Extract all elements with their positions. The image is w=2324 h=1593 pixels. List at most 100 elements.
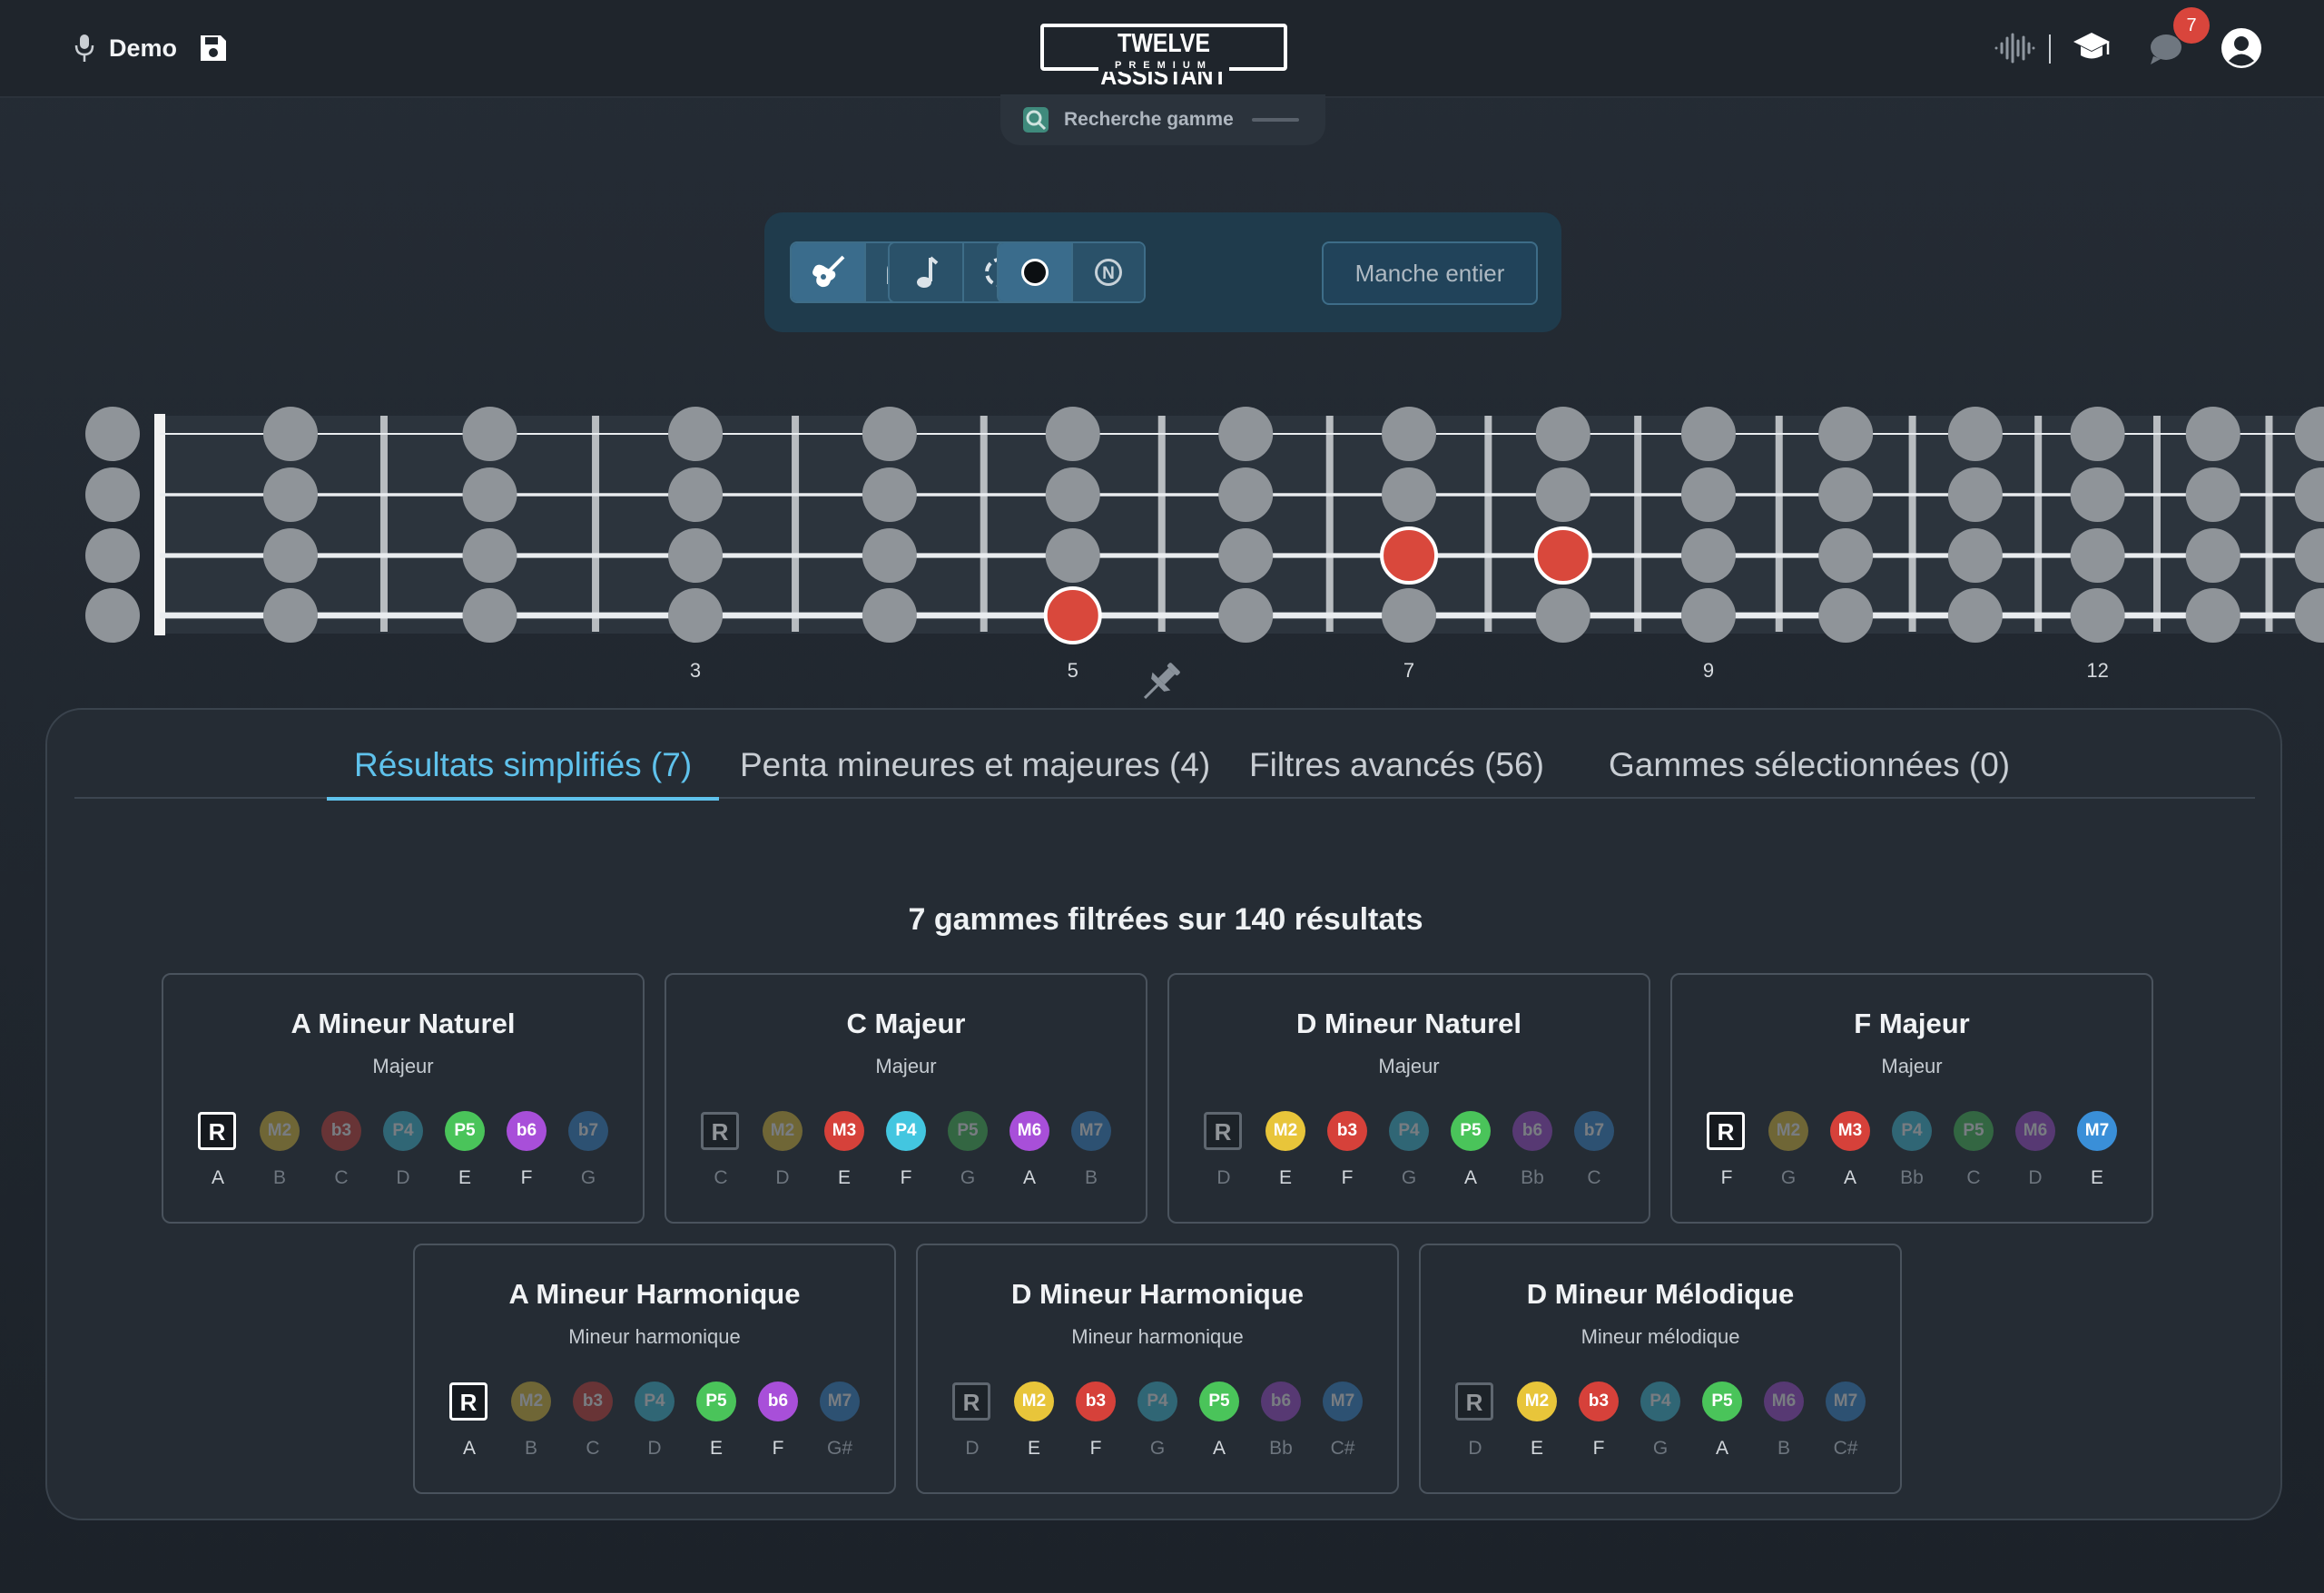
fret-note[interactable] (862, 588, 917, 643)
tab-selected-scales[interactable]: Gammes sélectionnées (0) (1609, 746, 2010, 799)
note-name: E (1278, 1167, 1292, 1188)
label-mode-toggle: N (997, 241, 1146, 303)
fret-note[interactable] (1535, 467, 1590, 522)
save-icon[interactable] (198, 33, 229, 64)
guitar-view-button[interactable] (792, 243, 864, 301)
fret-note[interactable] (1218, 407, 1274, 461)
fret-note[interactable] (2070, 588, 2125, 643)
interval-badge: R (449, 1382, 487, 1421)
fret-note[interactable] (862, 407, 917, 461)
fret-note[interactable] (1947, 528, 2003, 583)
fret-note[interactable] (1382, 407, 1437, 461)
fret-note[interactable] (1218, 588, 1274, 643)
fret-note[interactable] (862, 467, 917, 522)
fret-note[interactable] (1818, 467, 1874, 522)
notes-mode-button[interactable] (890, 243, 962, 301)
music-note-icon (917, 256, 939, 288)
fret-note-selected[interactable] (1380, 526, 1439, 585)
user-account-icon[interactable] (2221, 27, 2262, 69)
fret-note[interactable] (668, 528, 724, 583)
scale-card[interactable]: F Majeur Majeur R F M2 G M3 A P4 Bb P5 C M6 D M7 E (1670, 973, 2153, 1224)
fret-note[interactable] (862, 528, 917, 583)
dot-mode-button[interactable] (999, 243, 1071, 301)
fret-note[interactable] (85, 588, 140, 643)
fret-note[interactable] (462, 467, 517, 522)
scale-card-subtitle: Majeur (875, 1055, 937, 1077)
fret-note[interactable] (85, 407, 140, 461)
fret-note[interactable] (1818, 407, 1874, 461)
scale-card[interactable]: D Mineur Mélodique Mineur mélodique R D M2 Eb… (1419, 1244, 1902, 1494)
fret-note[interactable] (2070, 467, 2125, 522)
fret-note[interactable] (2185, 528, 2240, 583)
fret-note[interactable] (2185, 467, 2240, 522)
fret-note[interactable] (263, 528, 318, 583)
fret-note[interactable] (462, 528, 517, 583)
tab-advanced-filters[interactable]: Filtres avancés (56) (1249, 746, 1544, 799)
scale-search-toggle[interactable]: Recherche gamme (1000, 94, 1325, 145)
fret-note[interactable] (2070, 528, 2125, 583)
interval-badge: P4 (886, 1111, 926, 1151)
fret-note-selected[interactable] (1533, 526, 1592, 585)
fret-note[interactable] (2070, 407, 2125, 461)
scale-card[interactable]: C Majeur Majeur R C M2 D M3 E P4 F P5 G M6 A M7 B (665, 973, 1147, 1224)
fret-note[interactable] (1680, 588, 1736, 643)
fret-note[interactable] (1680, 467, 1736, 522)
note-name: F (1592, 1438, 1605, 1459)
tab-simplified-results[interactable]: Résultats simplifiés (7) (326, 746, 720, 801)
fret-note[interactable] (1947, 467, 2003, 522)
interval-badge: P5 (1451, 1111, 1491, 1151)
note-name-mode-button[interactable]: N (1071, 243, 1144, 301)
fret-note-selected[interactable] (1043, 586, 1102, 644)
interval-badge: M2 (763, 1111, 803, 1151)
fret-note[interactable] (1218, 467, 1274, 522)
fret-note[interactable] (1045, 467, 1100, 522)
note-name: E (837, 1167, 851, 1188)
fret-note[interactable] (1947, 588, 2003, 643)
fret-note[interactable] (1382, 588, 1437, 643)
scale-card[interactable]: D Mineur Harmonique Mineur harmonique R D M2… (916, 1244, 1399, 1494)
fret-note[interactable] (668, 407, 724, 461)
project-selector[interactable]: Demo (73, 33, 177, 64)
fret-note[interactable] (668, 467, 724, 522)
interval-badge: b6 (507, 1111, 547, 1151)
fret-note[interactable] (2185, 588, 2240, 643)
graduation-cap-icon[interactable] (2072, 29, 2112, 65)
fret-note[interactable] (462, 407, 517, 461)
scale-card[interactable]: A Mineur Naturel Majeur R A M2 Bb3 C P4 D P5 Eb6 Fb… (162, 973, 645, 1224)
fret-note[interactable] (85, 467, 140, 522)
scale-card-subtitle: Majeur (1881, 1055, 1943, 1077)
note-name: E (458, 1167, 471, 1188)
scale-card[interactable]: D Mineur Naturel Majeur R D M2 Eb3 F P4 G P5 Ab6 Bb… (1167, 973, 1650, 1224)
fret-note[interactable] (263, 407, 318, 461)
note-name: B (272, 1167, 286, 1188)
note-name: D (965, 1438, 980, 1459)
fret-note[interactable] (1045, 407, 1100, 461)
scale-card[interactable]: A Mineur Harmonique Mineur harmonique R A M2… (413, 1244, 896, 1494)
fret-note[interactable] (1535, 588, 1590, 643)
note-name: A (211, 1167, 224, 1188)
fret-note[interactable] (85, 528, 140, 583)
fret-note[interactable] (668, 588, 724, 643)
fret-note[interactable] (1680, 407, 1736, 461)
waveform-icon[interactable] (1994, 33, 2035, 64)
fret-note[interactable] (1818, 528, 1874, 583)
interval-badge: M7 (1323, 1382, 1363, 1421)
fret-note[interactable] (1218, 528, 1274, 583)
note-name: B (524, 1438, 537, 1459)
full-neck-button[interactable]: Manche entier (1322, 241, 1538, 305)
fret-note[interactable] (263, 467, 318, 522)
fret-note[interactable] (1680, 528, 1736, 583)
fret-note[interactable] (1947, 407, 2003, 461)
tab-pentatonic[interactable]: Penta mineures et majeures (4) (740, 746, 1210, 799)
fret-note[interactable] (462, 588, 517, 643)
fret-note[interactable] (1045, 528, 1100, 583)
pin-icon[interactable] (1133, 655, 1187, 710)
fret-note[interactable] (263, 588, 318, 643)
fret-note[interactable] (1818, 588, 1874, 643)
fret-note[interactable] (1535, 407, 1590, 461)
interval-row: R D M2 Eb3 F P4 G P5 Ab6 Bb b7 C (1204, 1111, 1618, 1193)
fret-note[interactable] (1382, 467, 1437, 522)
fret-note[interactable] (2185, 407, 2240, 461)
note-name: G (580, 1167, 596, 1188)
interval-badge: P5 (696, 1382, 736, 1421)
